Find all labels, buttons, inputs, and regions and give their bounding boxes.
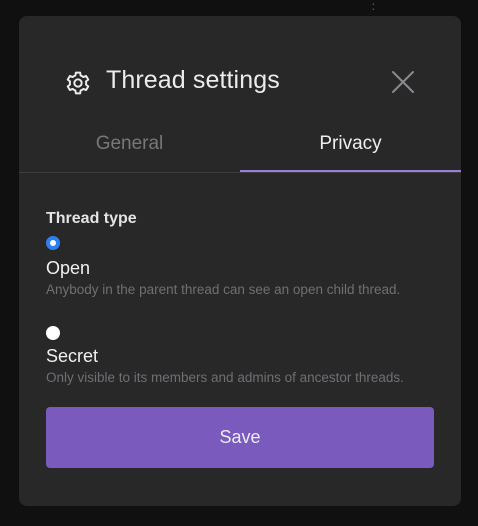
thread-settings-modal: Thread settings General Privacy Thread t… [19, 16, 461, 506]
secret-radio[interactable] [46, 326, 60, 340]
gear-icon [66, 71, 90, 95]
open-radio[interactable] [46, 236, 60, 250]
dialog-title: Thread settings [106, 66, 280, 94]
modal-header: Thread settings [19, 16, 461, 116]
tab-privacy[interactable]: Privacy [240, 116, 461, 172]
thread-type-label: Thread type [46, 210, 137, 227]
secret-option-description: Only visible to its members and admins o… [46, 370, 404, 385]
open-option-description: Anybody in the parent thread can see an … [46, 282, 401, 297]
active-tab-indicator [240, 170, 461, 172]
tab-general[interactable]: General [19, 116, 240, 172]
open-option-title[interactable]: Open [46, 258, 90, 279]
background-menu-icon: ··· [371, 0, 376, 16]
secret-option-title[interactable]: Secret [46, 346, 98, 367]
save-button[interactable]: Save [46, 407, 434, 468]
close-icon[interactable] [390, 69, 416, 95]
settings-tabs: General Privacy [19, 116, 461, 173]
